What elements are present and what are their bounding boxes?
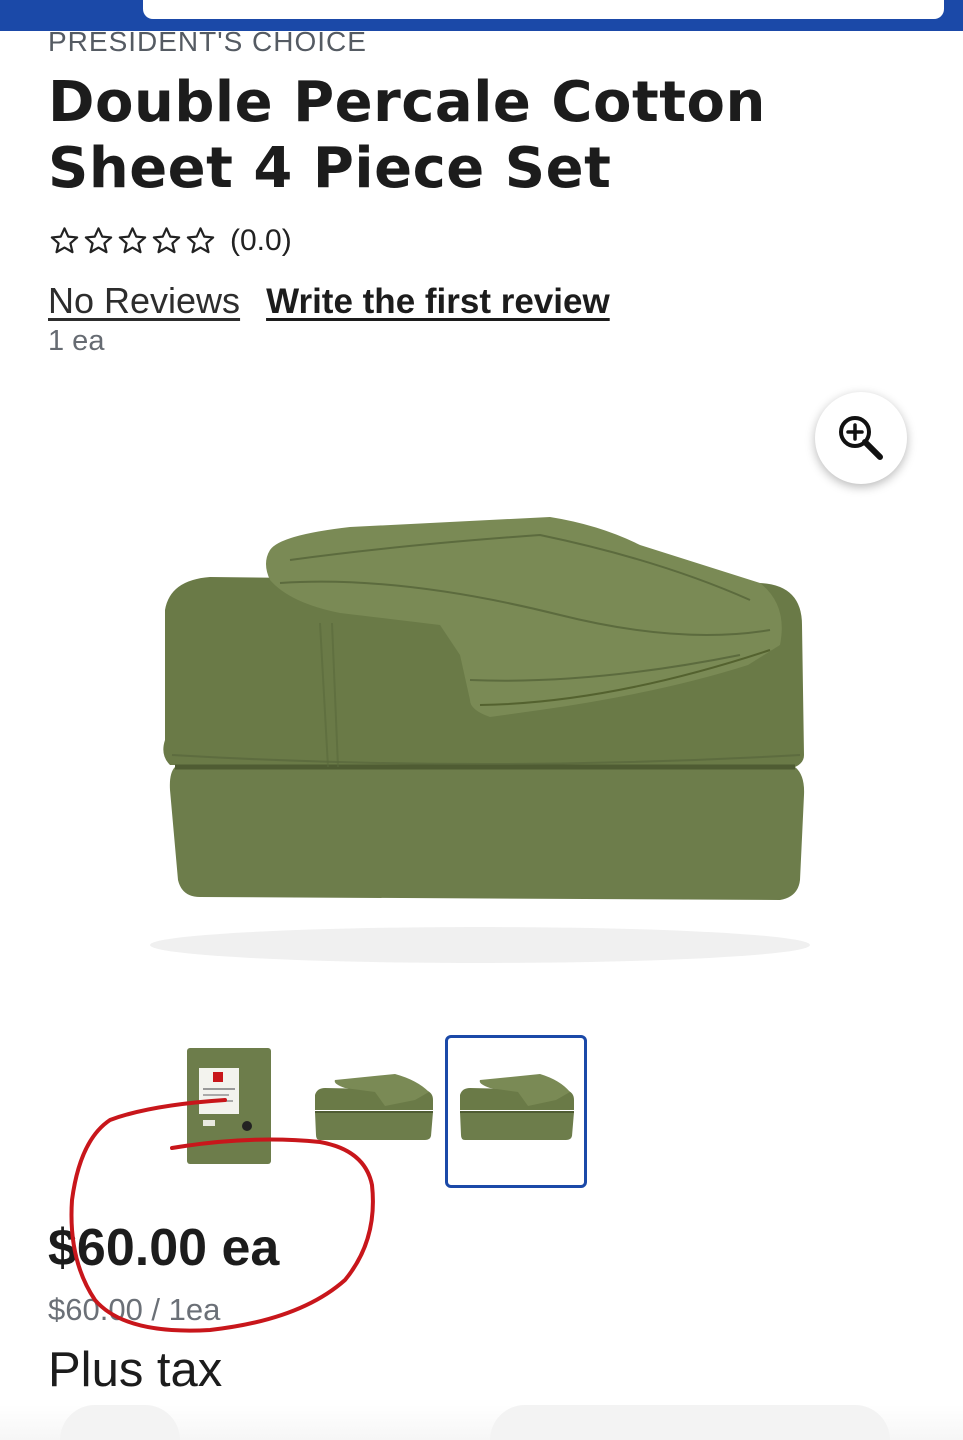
no-reviews-link[interactable]: No Reviews bbox=[48, 280, 240, 322]
tax-note: Plus tax bbox=[48, 1343, 223, 1397]
zoom-button[interactable] bbox=[815, 392, 907, 484]
thumbnail-sheets-2-selected[interactable] bbox=[445, 1035, 587, 1188]
star-rating-stars bbox=[48, 224, 218, 258]
star-outline-icon bbox=[118, 227, 147, 254]
thumbnail-sheets-1[interactable] bbox=[305, 1040, 440, 1175]
star-outline-icon bbox=[50, 227, 79, 254]
product-title: Double Percale Cotton Sheet 4 Piece Set bbox=[48, 70, 766, 201]
product-image[interactable] bbox=[140, 505, 820, 975]
brand-name[interactable]: PRESIDENT'S CHOICE bbox=[48, 28, 367, 56]
price: $60.00 ea bbox=[48, 1219, 280, 1277]
thumbnail-sheets-2-image bbox=[460, 1074, 574, 1140]
review-links: No Reviews Write the first review bbox=[48, 280, 610, 322]
rating-value: (0.0) bbox=[230, 224, 292, 257]
star-rating: (0.0) bbox=[48, 224, 292, 258]
star-outline-icon bbox=[186, 227, 215, 254]
thumbnail-package[interactable] bbox=[175, 1040, 285, 1175]
bottom-left-button[interactable] bbox=[60, 1405, 180, 1440]
write-review-link[interactable]: Write the first review bbox=[266, 282, 610, 322]
unit-label: 1 ea bbox=[48, 325, 105, 357]
star-outline-icon bbox=[152, 227, 181, 254]
thumbnail-sheets-1-image bbox=[315, 1074, 433, 1140]
search-input[interactable] bbox=[143, 0, 944, 19]
zoom-in-icon bbox=[839, 416, 883, 460]
thumbnail-package-image bbox=[187, 1048, 271, 1164]
star-outline-icon bbox=[84, 227, 113, 254]
bottom-right-button[interactable] bbox=[490, 1405, 890, 1440]
unit-price: $60.00 / 1ea bbox=[48, 1292, 221, 1327]
